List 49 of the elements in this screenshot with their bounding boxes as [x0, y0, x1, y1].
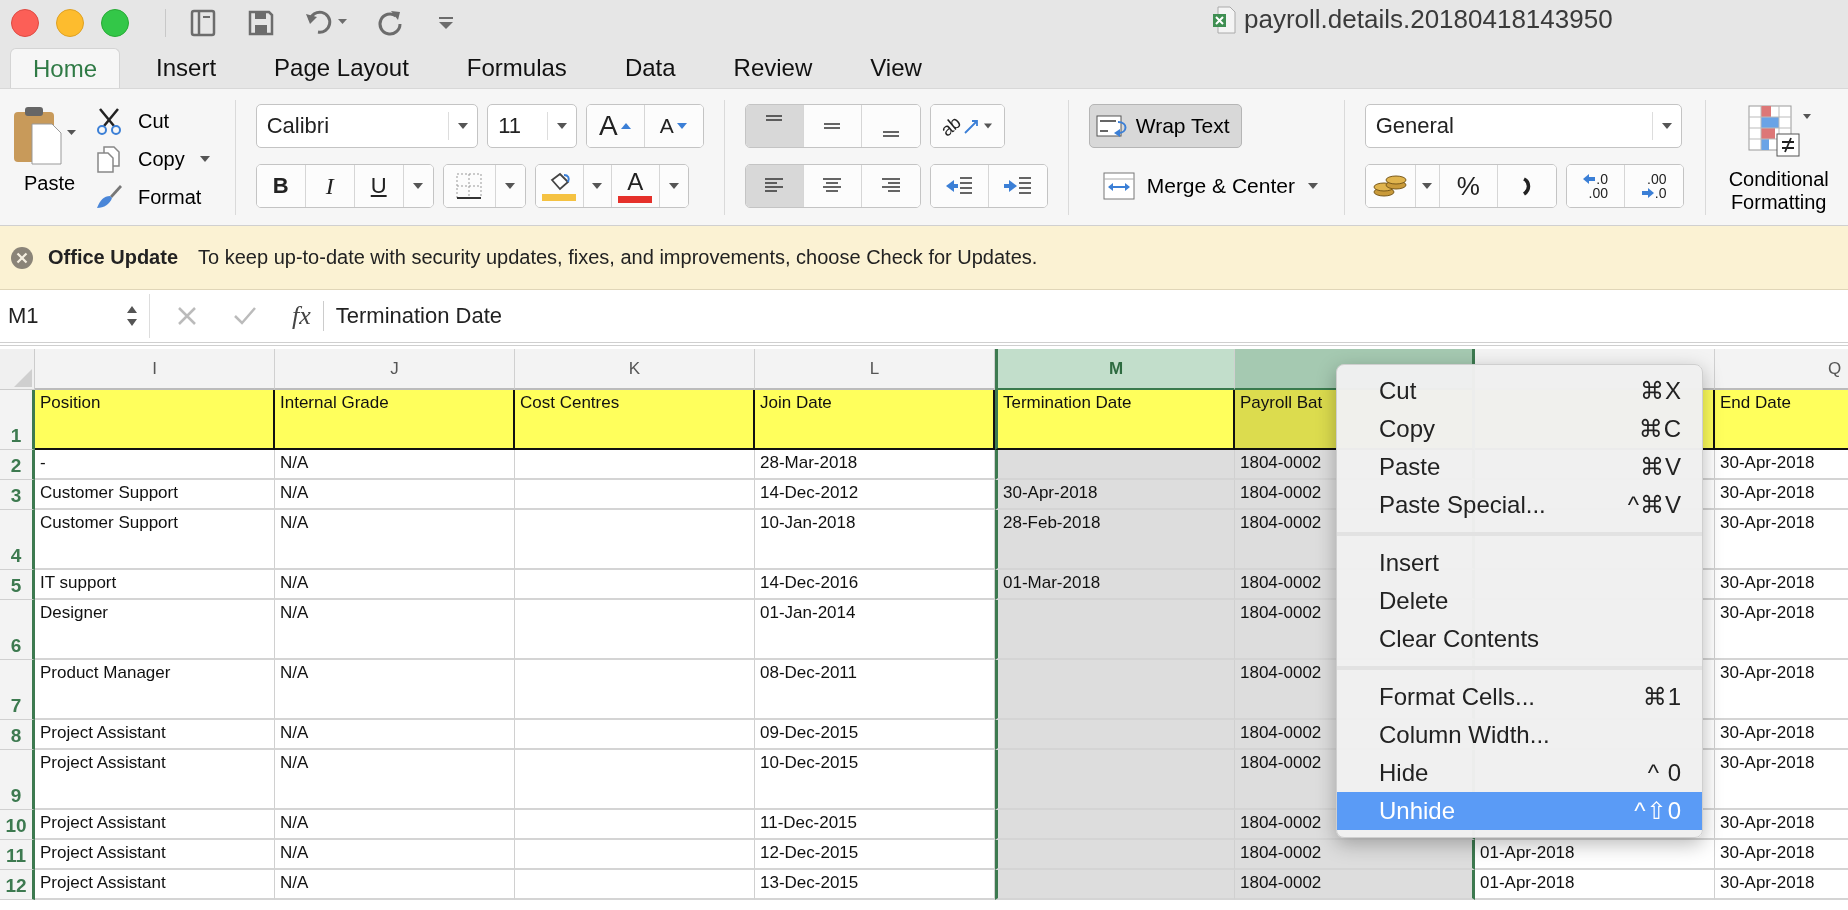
table-cell: 30-Apr-2018 — [995, 480, 1235, 510]
table-cell: 01-Mar-2018 — [995, 570, 1235, 600]
table-cell: 01-Jan-2014 — [755, 600, 995, 660]
table-cell: N/A — [275, 600, 515, 660]
table-cell: 1804-0002 — [1235, 840, 1475, 870]
table-cell: Product Manager — [35, 660, 275, 720]
table-cell: 01-Apr-2018 — [1475, 840, 1715, 870]
table-cell: Position — [35, 390, 275, 450]
table-cell: Termination Date — [995, 390, 1235, 450]
table-cell: 09-Dec-2015 — [755, 720, 995, 750]
table-cell: N/A — [275, 840, 515, 870]
table-cell: 11-Dec-2015 — [755, 810, 995, 840]
table-cell: 14-Dec-2016 — [755, 570, 995, 600]
table-cell: - — [35, 450, 275, 480]
table-cell: IT support — [35, 570, 275, 600]
table-cell: N/A — [275, 480, 515, 510]
table-cell: Customer Support — [35, 510, 275, 570]
table-cell: 13-Dec-2015 — [755, 870, 995, 900]
table-cell: Internal Grade — [275, 390, 515, 450]
table-cell: Customer Support — [35, 480, 275, 510]
table-cell: Cost Centres — [515, 390, 755, 450]
table-cell: 1804-0002 — [1235, 870, 1475, 900]
table-cell: N/A — [275, 510, 515, 570]
table-cell: 10-Dec-2015 — [755, 750, 995, 810]
table-cell: 14-Dec-2012 — [755, 480, 995, 510]
table-cell: Project Assistant — [35, 810, 275, 840]
table-cell: N/A — [275, 720, 515, 750]
table-cell: N/A — [275, 750, 515, 810]
table-cell: Project Assistant — [35, 720, 275, 750]
table-cell: Project Assistant — [35, 840, 275, 870]
table-cell: N/A — [275, 450, 515, 480]
table-cell: Project Assistant — [35, 750, 275, 810]
table-cell: N/A — [275, 810, 515, 840]
table-cell: End Date — [1715, 390, 1848, 450]
table-cell: N/A — [275, 570, 515, 600]
table-cell: 28-Feb-2018 — [995, 510, 1235, 570]
table-cell: Join Date — [755, 390, 995, 450]
table-cell: 08-Dec-2011 — [755, 660, 995, 720]
table-cell: Project Assistant — [35, 870, 275, 900]
table-cell: N/A — [275, 870, 515, 900]
notification-title: Office Update — [48, 246, 179, 269]
notification-message: To keep up-to-date with security updates, fixes, and improvements, choose Check for Updates. — [198, 246, 1038, 269]
window-title: payroll.details.20180418143950 — [1244, 4, 1613, 35]
table-cell: N/A — [275, 660, 515, 720]
table-cell: 28-Mar-2018 — [755, 450, 995, 480]
table-cell: 12-Dec-2015 — [755, 840, 995, 870]
table-cell: Designer — [35, 600, 275, 660]
table-cell: 01-Apr-2018 — [1475, 870, 1715, 900]
table-cell: 10-Jan-2018 — [755, 510, 995, 570]
